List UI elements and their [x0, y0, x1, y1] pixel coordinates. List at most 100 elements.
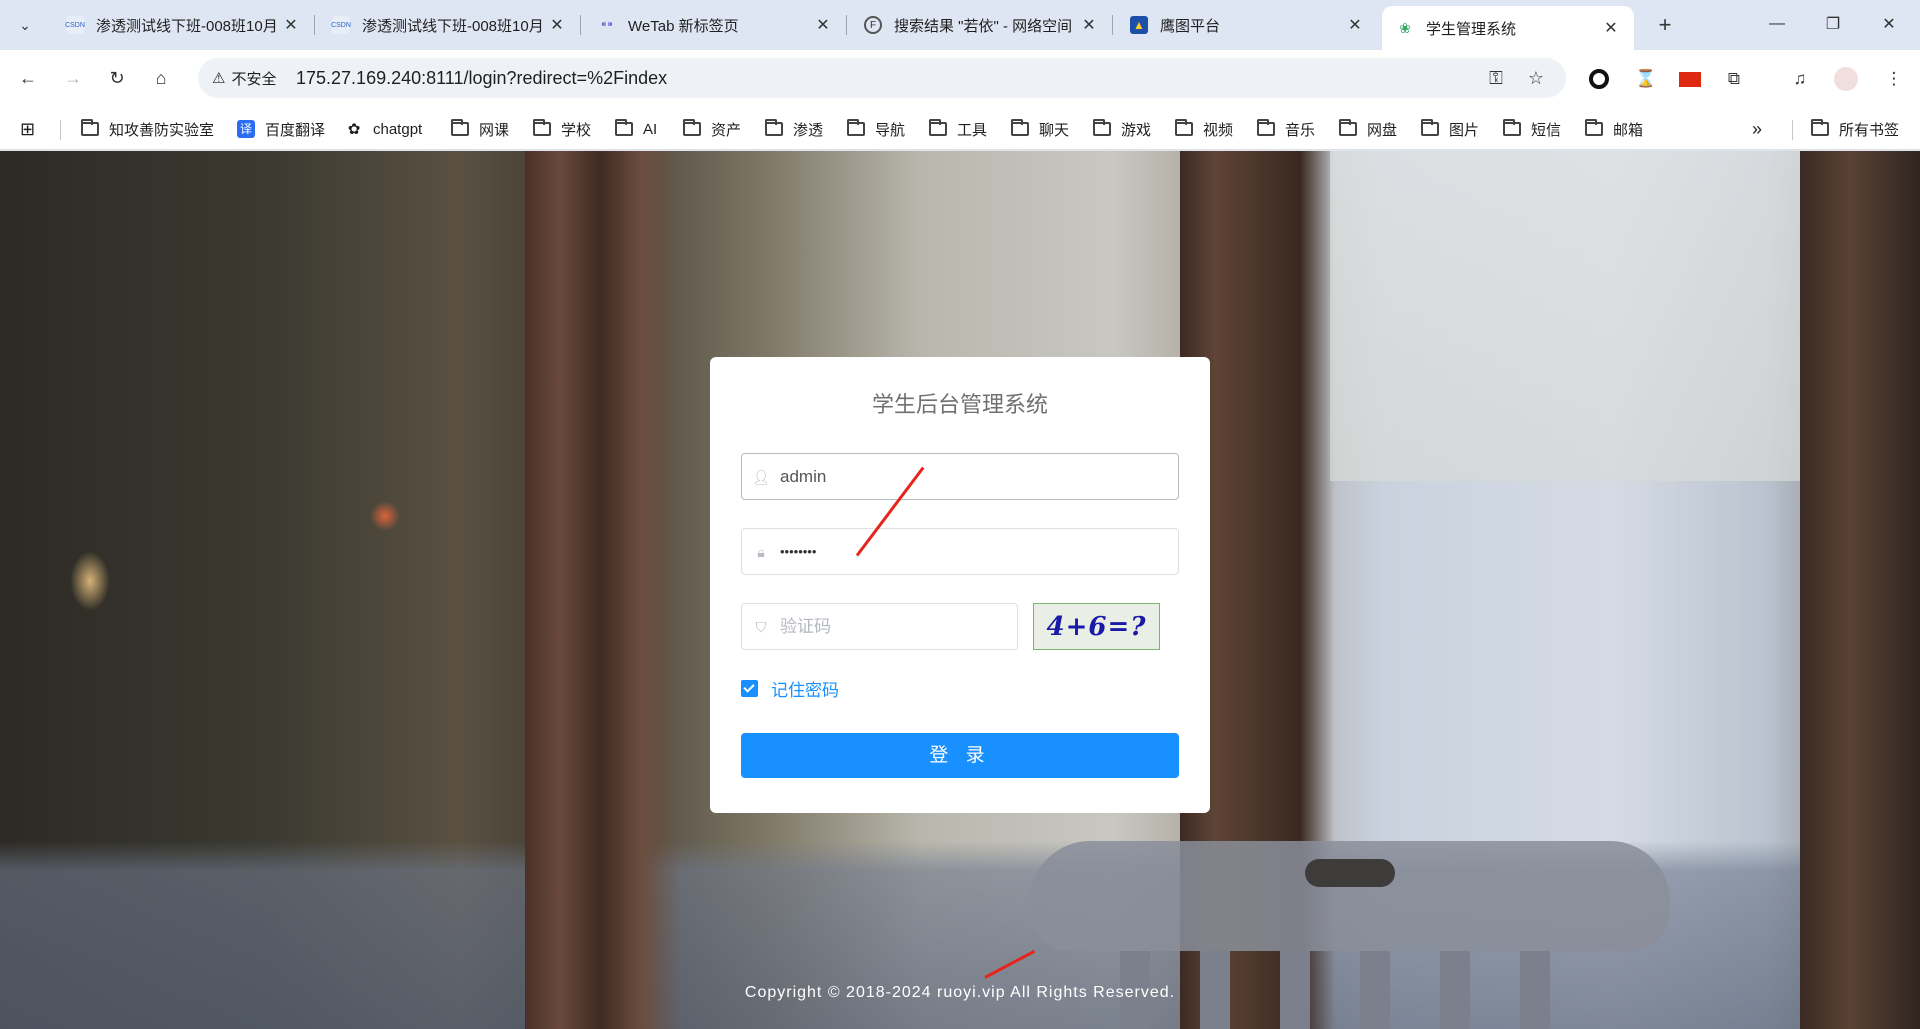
tab-2[interactable]: CSDN 渗透测试线下班-008班10月 ✕	[318, 6, 580, 44]
all-bookmarks[interactable]: 所有书签	[1810, 117, 1899, 141]
bookmark-item[interactable]: 邮箱	[1584, 117, 1643, 141]
bookmark-item[interactable]: 网盘	[1338, 117, 1397, 141]
folder-icon	[846, 119, 866, 137]
bookmark-item[interactable]: 网课	[450, 117, 509, 141]
password-field[interactable]: 🔒︎ ••••••••	[741, 528, 1179, 575]
username-field[interactable]: 👤︎ admin	[741, 453, 1179, 500]
folder-icon	[614, 119, 634, 137]
login-page-background: 学生后台管理系统 👤︎ admin 🔒︎ •••••••• ⛉ 验证码 4+6=…	[0, 151, 1920, 1029]
tab-search-dropdown-icon[interactable]: ⌄	[8, 9, 42, 41]
extension-circle-icon[interactable]	[1587, 67, 1611, 91]
bookmark-item[interactable]: 聊天	[1010, 117, 1069, 141]
folder-icon	[682, 119, 702, 137]
media-control-icon[interactable]: ♫	[1788, 67, 1812, 91]
wetab-icon: ⁌⁍	[600, 17, 614, 32]
security-indicator[interactable]: ⚠ 不安全	[204, 64, 287, 92]
bookmark-star-icon[interactable]: ☆	[1524, 66, 1548, 90]
tab-6-active[interactable]: ❀ 学生管理系统 ✕	[1382, 6, 1634, 50]
annotation-arrow	[984, 949, 1036, 979]
close-tab-icon[interactable]: ✕	[546, 14, 568, 36]
tab-title: 搜索结果 "若依" - 网络空间	[894, 17, 1073, 35]
bookmarks-bar: ⊞ 知攻善防实验室 译百度翻译 ✿ chatgpt 网课 学校 AI 资产 渗透 …	[0, 108, 1920, 150]
captcha-placeholder: 验证码	[780, 617, 831, 636]
tab-title: WeTab 新标签页	[628, 17, 739, 35]
bookmark-item[interactable]: 图片	[1420, 117, 1479, 141]
apps-grid-icon[interactable]: ⊞	[20, 117, 35, 141]
bookmark-item[interactable]: 资产	[682, 117, 741, 141]
browser-menu-icon[interactable]: ⋮	[1882, 67, 1906, 91]
home-icon[interactable]: ⌂	[143, 60, 179, 96]
bookmark-item[interactable]: 工具	[928, 117, 987, 141]
tab-separator	[1112, 15, 1113, 35]
csdn-icon: CSDN	[331, 16, 351, 34]
bookmark-item[interactable]: 短信	[1502, 117, 1561, 141]
url-text[interactable]: 175.27.169.240:8111/login?redirect=%2Fin…	[296, 58, 667, 98]
tab-separator	[314, 15, 315, 35]
extensions-puzzle-icon[interactable]: ⧉	[1722, 67, 1746, 91]
hunter-icon: ▲	[1130, 16, 1148, 34]
folder-icon	[80, 119, 100, 137]
background-window-light	[1330, 151, 1800, 481]
bookmark-item[interactable]: 音乐	[1256, 117, 1315, 141]
lock-icon: 🔒︎	[757, 543, 765, 560]
security-label: 不安全	[231, 70, 277, 88]
tab-5[interactable]: ▲ 鹰图平台 ✕	[1116, 6, 1378, 44]
back-icon[interactable]: ←	[10, 60, 46, 96]
extension-flag-icon[interactable]	[1678, 67, 1702, 91]
more-bookmarks-chevron-icon[interactable]: »	[1752, 117, 1762, 141]
folder-icon	[1174, 119, 1194, 137]
bookmark-item[interactable]: 知攻善防实验室	[80, 117, 214, 141]
reload-icon[interactable]: ↻	[99, 60, 135, 96]
address-bar[interactable]: ⚠ 不安全 175.27.169.240:8111/login?redirect…	[198, 58, 1566, 98]
forward-icon[interactable]: →	[55, 60, 91, 96]
close-tab-icon[interactable]: ✕	[1078, 14, 1100, 36]
login-card: 学生后台管理系统 👤︎ admin 🔒︎ •••••••• ⛉ 验证码 4+6=…	[710, 357, 1210, 813]
folder-icon	[1092, 119, 1112, 137]
checkbox-checked-icon[interactable]	[741, 679, 758, 697]
tab-separator	[580, 15, 581, 35]
bookmark-separator	[60, 120, 61, 140]
close-tab-icon[interactable]: ✕	[812, 14, 834, 36]
folder-icon	[532, 119, 552, 137]
warning-icon: ⚠	[212, 70, 226, 87]
bookmark-item[interactable]: 学校	[532, 117, 591, 141]
captcha-field[interactable]: ⛉ 验证码	[741, 603, 1018, 650]
extension-hourglass-icon[interactable]: ⌛	[1634, 67, 1658, 91]
remember-password-checkbox[interactable]: 记住密码	[741, 677, 839, 700]
user-icon: 👤︎	[752, 468, 770, 485]
bookmark-item[interactable]: AI	[614, 117, 657, 141]
close-tab-icon[interactable]: ✕	[1344, 14, 1366, 36]
tab-separator	[846, 15, 847, 35]
login-button[interactable]: 登 录	[741, 733, 1179, 778]
baidu-translate-icon: 译	[236, 120, 256, 138]
shield-icon: ⛉	[755, 618, 767, 635]
tab-3[interactable]: ⁌⁍ WeTab 新标签页 ✕	[584, 6, 846, 44]
bookmark-item[interactable]: 导航	[846, 117, 905, 141]
bookmark-item[interactable]: 游戏	[1092, 117, 1151, 141]
bookmark-item[interactable]: 译百度翻译	[236, 117, 325, 141]
bookmark-item[interactable]: ✿ chatgpt	[344, 117, 423, 141]
restore-icon[interactable]: ❐	[1810, 8, 1856, 40]
captcha-image[interactable]: 4+6=?	[1033, 603, 1160, 650]
minimize-icon[interactable]: —	[1754, 8, 1800, 40]
password-key-icon[interactable]: ⚿	[1484, 66, 1508, 90]
csdn-icon: CSDN	[65, 16, 85, 34]
profile-avatar[interactable]	[1834, 67, 1858, 91]
tab-title: 学生管理系统	[1426, 20, 1517, 38]
folder-icon	[928, 119, 948, 137]
openai-icon: ✿	[347, 121, 361, 138]
tab-1[interactable]: CSDN 渗透测试线下班-008班10月 ✕	[52, 6, 314, 44]
close-tab-icon[interactable]: ✕	[1600, 17, 1622, 39]
close-window-icon[interactable]: ✕	[1866, 8, 1912, 40]
username-value: admin	[780, 467, 827, 486]
folder-icon	[764, 119, 784, 137]
folder-icon	[1502, 119, 1522, 137]
bookmark-item[interactable]: 渗透	[764, 117, 823, 141]
background-light	[70, 551, 110, 611]
copyright-text: Copyright © 2018-2024 ruoyi.vip All Righ…	[744, 984, 1176, 1001]
browser-tab-strip: ⌄ CSDN 渗透测试线下班-008班10月 ✕ CSDN 渗透测试线下班-00…	[0, 0, 1920, 50]
bookmark-item[interactable]: 视频	[1174, 117, 1233, 141]
close-tab-icon[interactable]: ✕	[280, 14, 302, 36]
new-tab-icon[interactable]: +	[1651, 11, 1679, 39]
tab-4[interactable]: F 搜索结果 "若依" - 网络空间 ✕	[850, 6, 1112, 44]
